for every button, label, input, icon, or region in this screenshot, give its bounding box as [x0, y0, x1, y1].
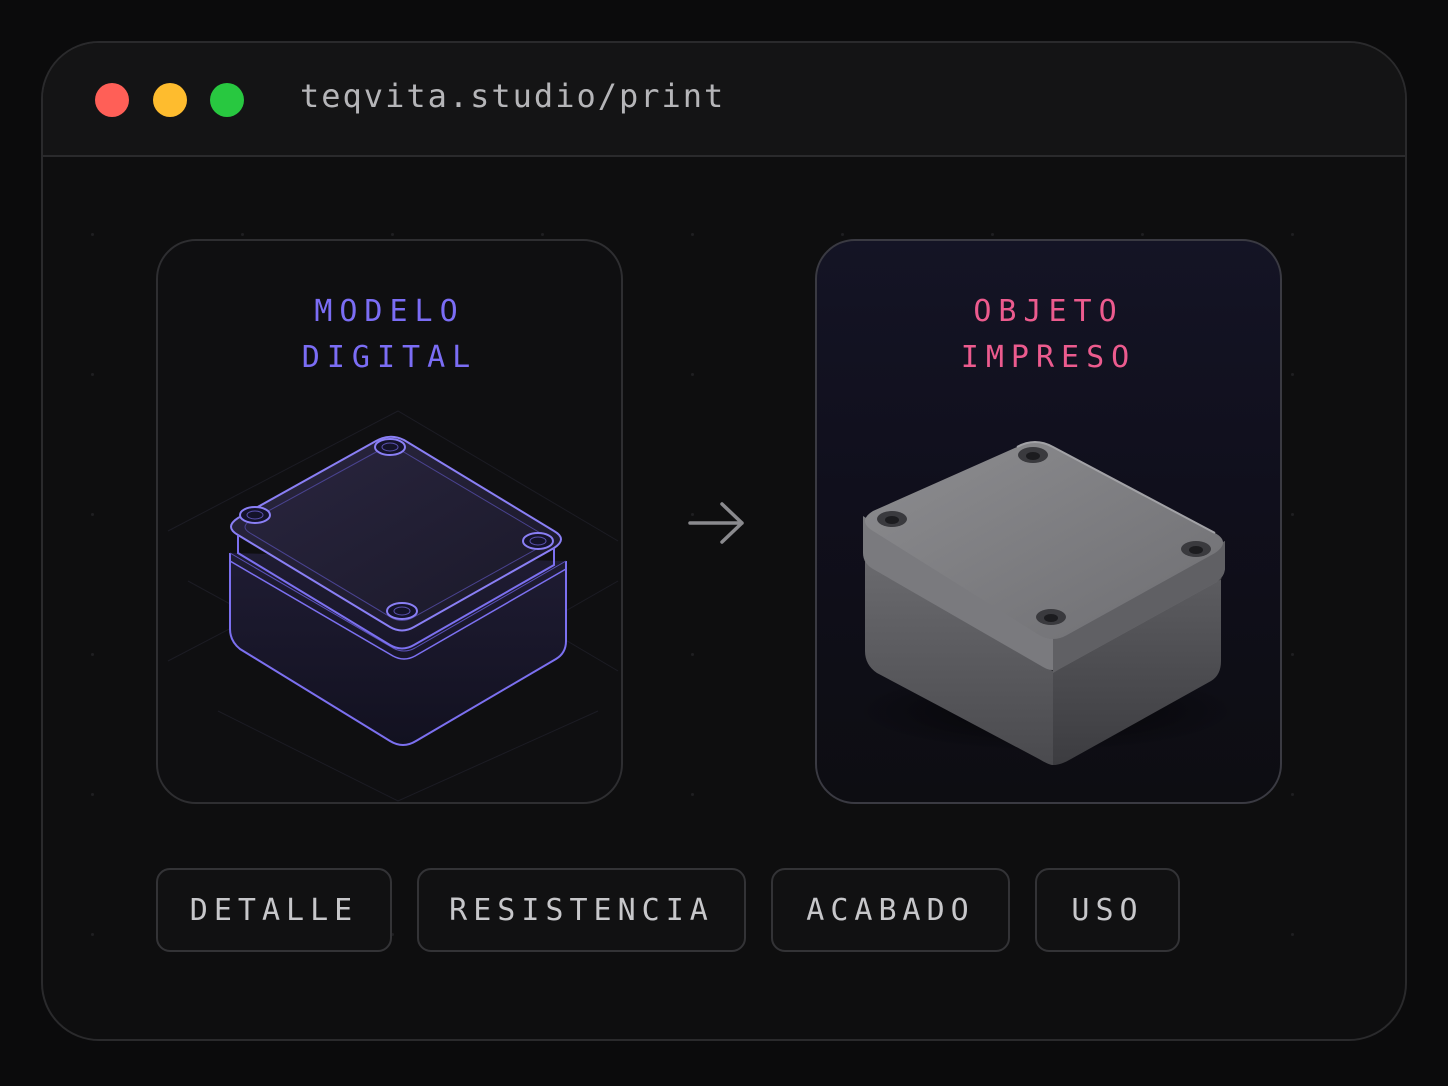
- grid-dot: [91, 373, 94, 376]
- grid-dot: [991, 233, 994, 236]
- url-text[interactable]: teqvita.studio/print: [300, 77, 725, 115]
- title-bar: teqvita.studio/print: [43, 43, 1405, 157]
- grid-dot: [1291, 653, 1294, 656]
- maximize-window-button[interactable]: [210, 83, 244, 117]
- grid-dot: [91, 933, 94, 936]
- digital-model-card: MODELO DIGITAL: [156, 239, 623, 804]
- grid-dot: [1291, 793, 1294, 796]
- browser-window: teqvita.studio/print MODELO DIGITAL OBJE…: [41, 41, 1407, 1041]
- grid-dot: [91, 793, 94, 796]
- grid-dot: [541, 233, 544, 236]
- tag-resistencia[interactable]: RESISTENCIA: [417, 868, 746, 952]
- grid-dot: [391, 233, 394, 236]
- tag-detalle[interactable]: DETALLE: [156, 868, 392, 952]
- minimize-window-button[interactable]: [153, 83, 187, 117]
- grid-dot: [1291, 233, 1294, 236]
- grid-dot: [691, 793, 694, 796]
- grid-dot: [91, 513, 94, 516]
- printed-box-illustration: [857, 441, 1237, 765]
- tag-uso[interactable]: USO: [1035, 868, 1180, 952]
- grid-dot: [691, 233, 694, 236]
- tag-acabado[interactable]: ACABADO: [771, 868, 1010, 952]
- grid-dot: [1291, 933, 1294, 936]
- grid-dot: [691, 373, 694, 376]
- printed-object-card: OBJETO IMPRESO: [815, 239, 1282, 804]
- grid-dot: [1141, 233, 1144, 236]
- grid-dot: [241, 233, 244, 236]
- grid-dot: [91, 653, 94, 656]
- tag-label: USO: [1071, 892, 1144, 928]
- grid-dot: [691, 653, 694, 656]
- wireframe-box-illustration: [167, 410, 619, 802]
- arrow-right-icon: [688, 502, 744, 544]
- tag-label: RESISTENCIA: [449, 892, 714, 928]
- grid-dot: [841, 233, 844, 236]
- grid-dot: [91, 233, 94, 236]
- tag-label: ACABADO: [806, 892, 975, 928]
- grid-dot: [1291, 373, 1294, 376]
- close-window-button[interactable]: [95, 83, 129, 117]
- tag-label: DETALLE: [189, 892, 359, 928]
- grid-dot: [1291, 513, 1294, 516]
